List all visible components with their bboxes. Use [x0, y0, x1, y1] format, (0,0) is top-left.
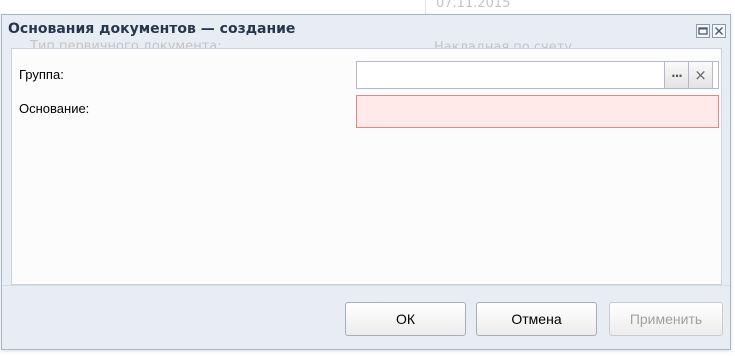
footer-divider: [2, 285, 730, 286]
dialog-title: Основания документов — создание: [8, 21, 296, 37]
apply-button[interactable]: Применить: [609, 302, 723, 336]
group-field[interactable]: ... ×: [356, 61, 719, 89]
maximize-button[interactable]: [696, 24, 710, 38]
basis-label: Основание:: [19, 101, 90, 116]
background-date: 07.11.2015: [436, 0, 511, 11]
close-button[interactable]: [712, 24, 726, 38]
group-clear-button[interactable]: ×: [688, 61, 713, 89]
clear-icon: ×: [694, 66, 707, 84]
close-icon: [715, 27, 723, 35]
maximize-icon: [698, 27, 708, 35]
group-picker-button[interactable]: ...: [664, 61, 689, 89]
basis-field[interactable]: [356, 95, 719, 128]
ellipsis-icon: ...: [671, 66, 683, 80]
form-panel: Группа: ... × Основание:: [11, 48, 722, 285]
cancel-button[interactable]: Отмена: [476, 302, 597, 336]
ok-button[interactable]: ОК: [345, 302, 466, 336]
create-document-basis-dialog: Тип первичного документа: Накладная по с…: [1, 14, 731, 350]
dialog-titlebar[interactable]: Тип первичного документа: Накладная по с…: [2, 15, 730, 55]
group-label: Группа:: [19, 67, 64, 82]
